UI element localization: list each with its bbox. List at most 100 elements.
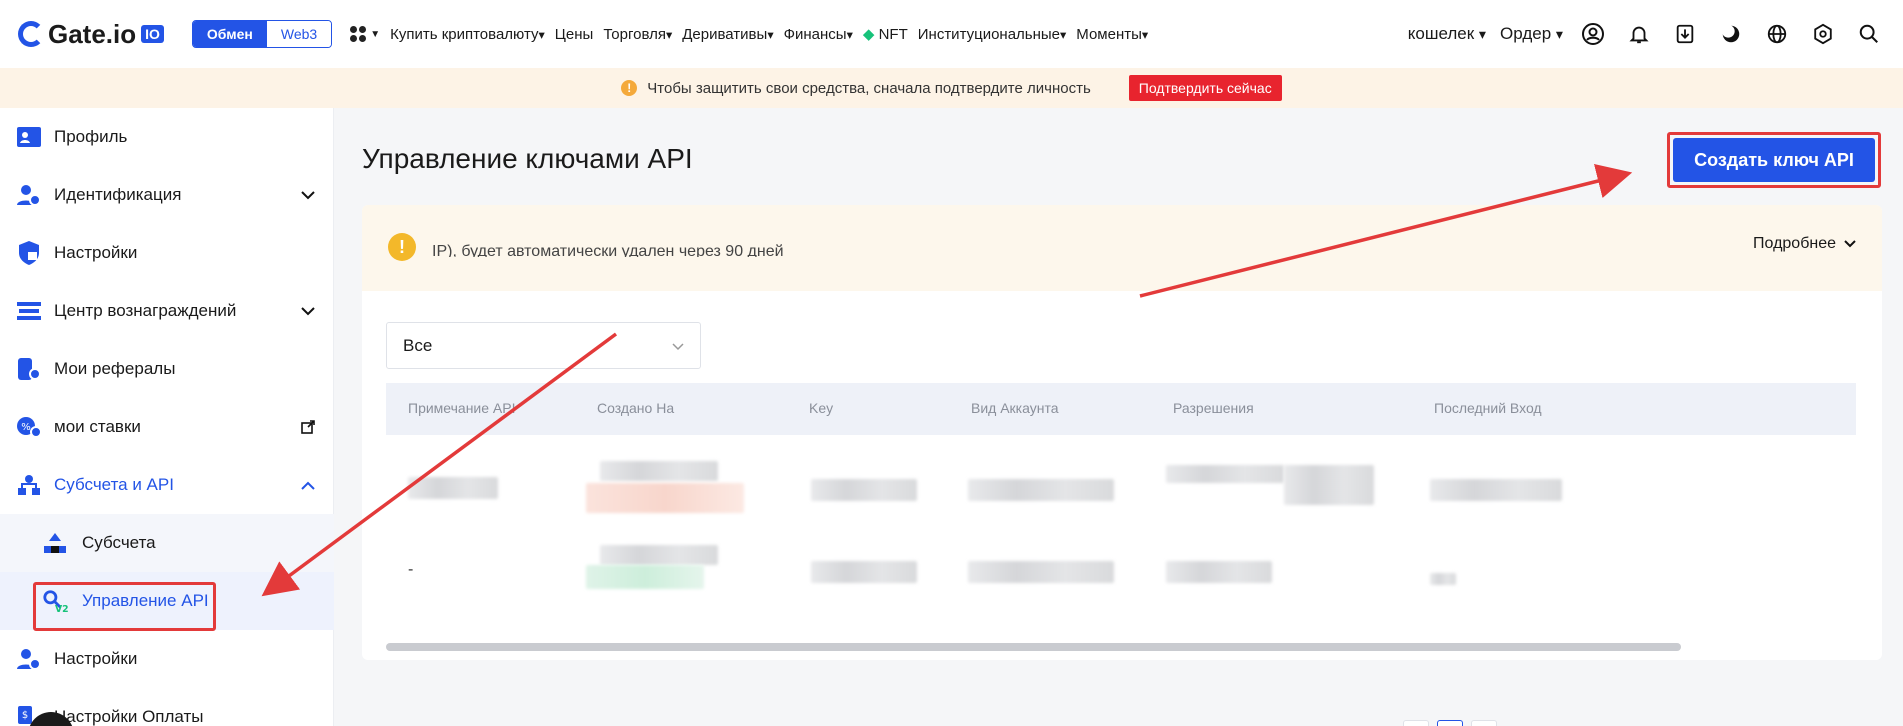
nav-derivatives[interactable]: Деривативы▾	[682, 26, 773, 43]
chevron-down-icon	[300, 187, 316, 203]
chevron-down-icon	[672, 336, 684, 356]
nav-trade[interactable]: Торговля▾	[603, 26, 672, 43]
col-key: Key	[809, 400, 834, 416]
table-row[interactable]: -	[386, 535, 1856, 615]
user-settings-icon	[16, 646, 42, 672]
annotation-highlight-api-management	[33, 582, 216, 631]
logo-mark-icon	[18, 21, 44, 47]
redacted-cell	[600, 545, 718, 565]
verify-now-button[interactable]: Подтвердить сейчас	[1128, 75, 1282, 101]
table-header: Примечание API Создано На Key Вид Аккаун…	[386, 383, 1856, 435]
redacted-cell	[586, 483, 744, 513]
rewards-icon	[16, 298, 42, 324]
col-last-login: Последний Вход	[1434, 400, 1542, 416]
chevron-down-icon	[300, 303, 316, 319]
col-api-note: Примечание API	[408, 400, 516, 416]
nav-moments[interactable]: Моменты▾	[1076, 26, 1148, 43]
redacted-cell	[1430, 573, 1456, 585]
sidebar-item-settings-2[interactable]: Настройки	[0, 630, 334, 688]
main-nav: ▼ Купить криптовалюту▾ Цены Торговля▾ Де…	[350, 25, 1148, 43]
sidebar-item-identification[interactable]: Идентификация	[0, 166, 334, 224]
bell-icon[interactable]	[1623, 18, 1655, 50]
more-details-toggle[interactable]: Подробнее	[1753, 235, 1856, 253]
chevron-down-icon	[1844, 235, 1856, 253]
filter-value: Все	[403, 335, 433, 355]
search-icon[interactable]	[1853, 18, 1885, 50]
theme-toggle-icon[interactable]	[1715, 18, 1747, 50]
account-sidebar: Профиль Идентификация Настройки Центр во…	[0, 108, 334, 726]
row-note: -	[408, 561, 414, 578]
nft-flame-icon: ◆	[862, 26, 875, 43]
logo-badge: IO	[141, 25, 164, 43]
api-management-page: Управление ключами API Создать ключ API …	[335, 108, 1903, 726]
nav-prices[interactable]: Цены	[555, 26, 594, 43]
warning-icon: !	[388, 233, 416, 261]
warning-icon: !	[621, 80, 638, 96]
pagination-page-button[interactable]	[1437, 720, 1463, 726]
col-permissions: Разрешения	[1173, 400, 1254, 416]
percent-icon: %	[16, 414, 42, 440]
user-account-icon[interactable]	[1577, 18, 1609, 50]
api-expiry-tip: ! IP), будет автоматически удален через …	[362, 205, 1882, 291]
subaccounts-tree-icon	[42, 530, 68, 556]
caret-down-icon: ▼	[370, 28, 381, 40]
settings-hex-icon[interactable]	[1807, 18, 1839, 50]
svg-text:$: $	[22, 710, 28, 721]
redacted-cell	[1284, 465, 1374, 505]
horizontal-scrollbar[interactable]	[386, 643, 1681, 651]
redacted-cell	[1166, 465, 1284, 483]
referrals-icon	[16, 356, 42, 382]
verify-identity-notice: ! Чтобы защитить свои средства, сначала …	[0, 68, 1903, 108]
sidebar-item-rewards-center[interactable]: Центр вознаграждений	[0, 282, 334, 340]
switch-web3-button[interactable]: Web3	[266, 21, 332, 47]
redacted-cell	[1430, 479, 1562, 501]
apps-menu-button[interactable]: ▼	[350, 26, 380, 42]
switch-exchange-button[interactable]: Обмен	[192, 21, 267, 47]
col-account-type: Вид Аккаунта	[971, 400, 1059, 416]
api-keys-card: ! IP), будет автоматически удален через …	[362, 205, 1882, 660]
pagination	[1403, 720, 1497, 726]
sidebar-item-my-stakes[interactable]: % мои ставки	[0, 398, 334, 456]
sidebar-item-settings[interactable]: Настройки	[0, 224, 334, 282]
notice-text: Чтобы защитить свои средства, сначала по…	[647, 79, 1091, 97]
nav-nft[interactable]: ◆ NFT	[863, 25, 908, 43]
sidebar-item-profile[interactable]: Профиль	[0, 108, 334, 166]
redacted-cell	[968, 479, 1114, 501]
subaccounts-icon	[16, 472, 42, 498]
page-title: Управление ключами API	[362, 143, 693, 174]
top-navbar: Gate.io IO Обмен Web3 ▼ Купить криптовал…	[0, 0, 1903, 68]
user-check-icon	[16, 182, 42, 208]
nav-institutional[interactable]: Институциональные▾	[918, 26, 1067, 43]
shield-icon	[16, 240, 42, 266]
sidebar-item-subaccounts[interactable]: Субсчета	[0, 514, 334, 572]
gateio-logo[interactable]: Gate.io IO	[18, 19, 164, 50]
apps-grid-icon	[350, 26, 367, 42]
logo-text: Gate.io	[48, 18, 137, 49]
external-link-icon	[300, 419, 316, 435]
header-right: кошелек ▾ Ордер ▾	[1408, 18, 1885, 50]
sidebar-item-subaccounts-api[interactable]: Субсчета и API	[0, 456, 334, 514]
pagination-prev-button[interactable]	[1403, 720, 1429, 726]
profile-card-icon	[16, 124, 42, 150]
create-api-key-button[interactable]: Создать ключ API	[1673, 138, 1875, 182]
language-globe-icon[interactable]	[1761, 18, 1793, 50]
pagination-next-button[interactable]	[1471, 720, 1497, 726]
redacted-cell	[811, 479, 917, 501]
redacted-cell	[408, 477, 498, 499]
nav-finance[interactable]: Финансы▾	[784, 26, 853, 43]
download-app-icon[interactable]	[1669, 18, 1701, 50]
wallet-menu[interactable]: кошелек ▾	[1408, 24, 1486, 44]
orders-menu[interactable]: Ордер ▾	[1500, 24, 1563, 44]
redacted-cell	[586, 565, 704, 589]
table-row[interactable]	[386, 453, 1856, 533]
redacted-cell	[968, 561, 1114, 583]
redacted-cell	[600, 461, 718, 481]
nav-buy-crypto[interactable]: Купить криптовалюту▾	[390, 26, 545, 43]
tip-text: IP), будет автоматически удален через 90…	[432, 243, 784, 257]
chevron-up-icon	[300, 477, 316, 493]
redacted-cell	[811, 561, 917, 583]
account-filter-select[interactable]: Все	[386, 322, 701, 369]
sidebar-item-referrals[interactable]: Мои рефералы	[0, 340, 334, 398]
more-details-label: Подробнее	[1753, 235, 1836, 252]
annotation-highlight-create-button: Создать ключ API	[1667, 132, 1881, 188]
